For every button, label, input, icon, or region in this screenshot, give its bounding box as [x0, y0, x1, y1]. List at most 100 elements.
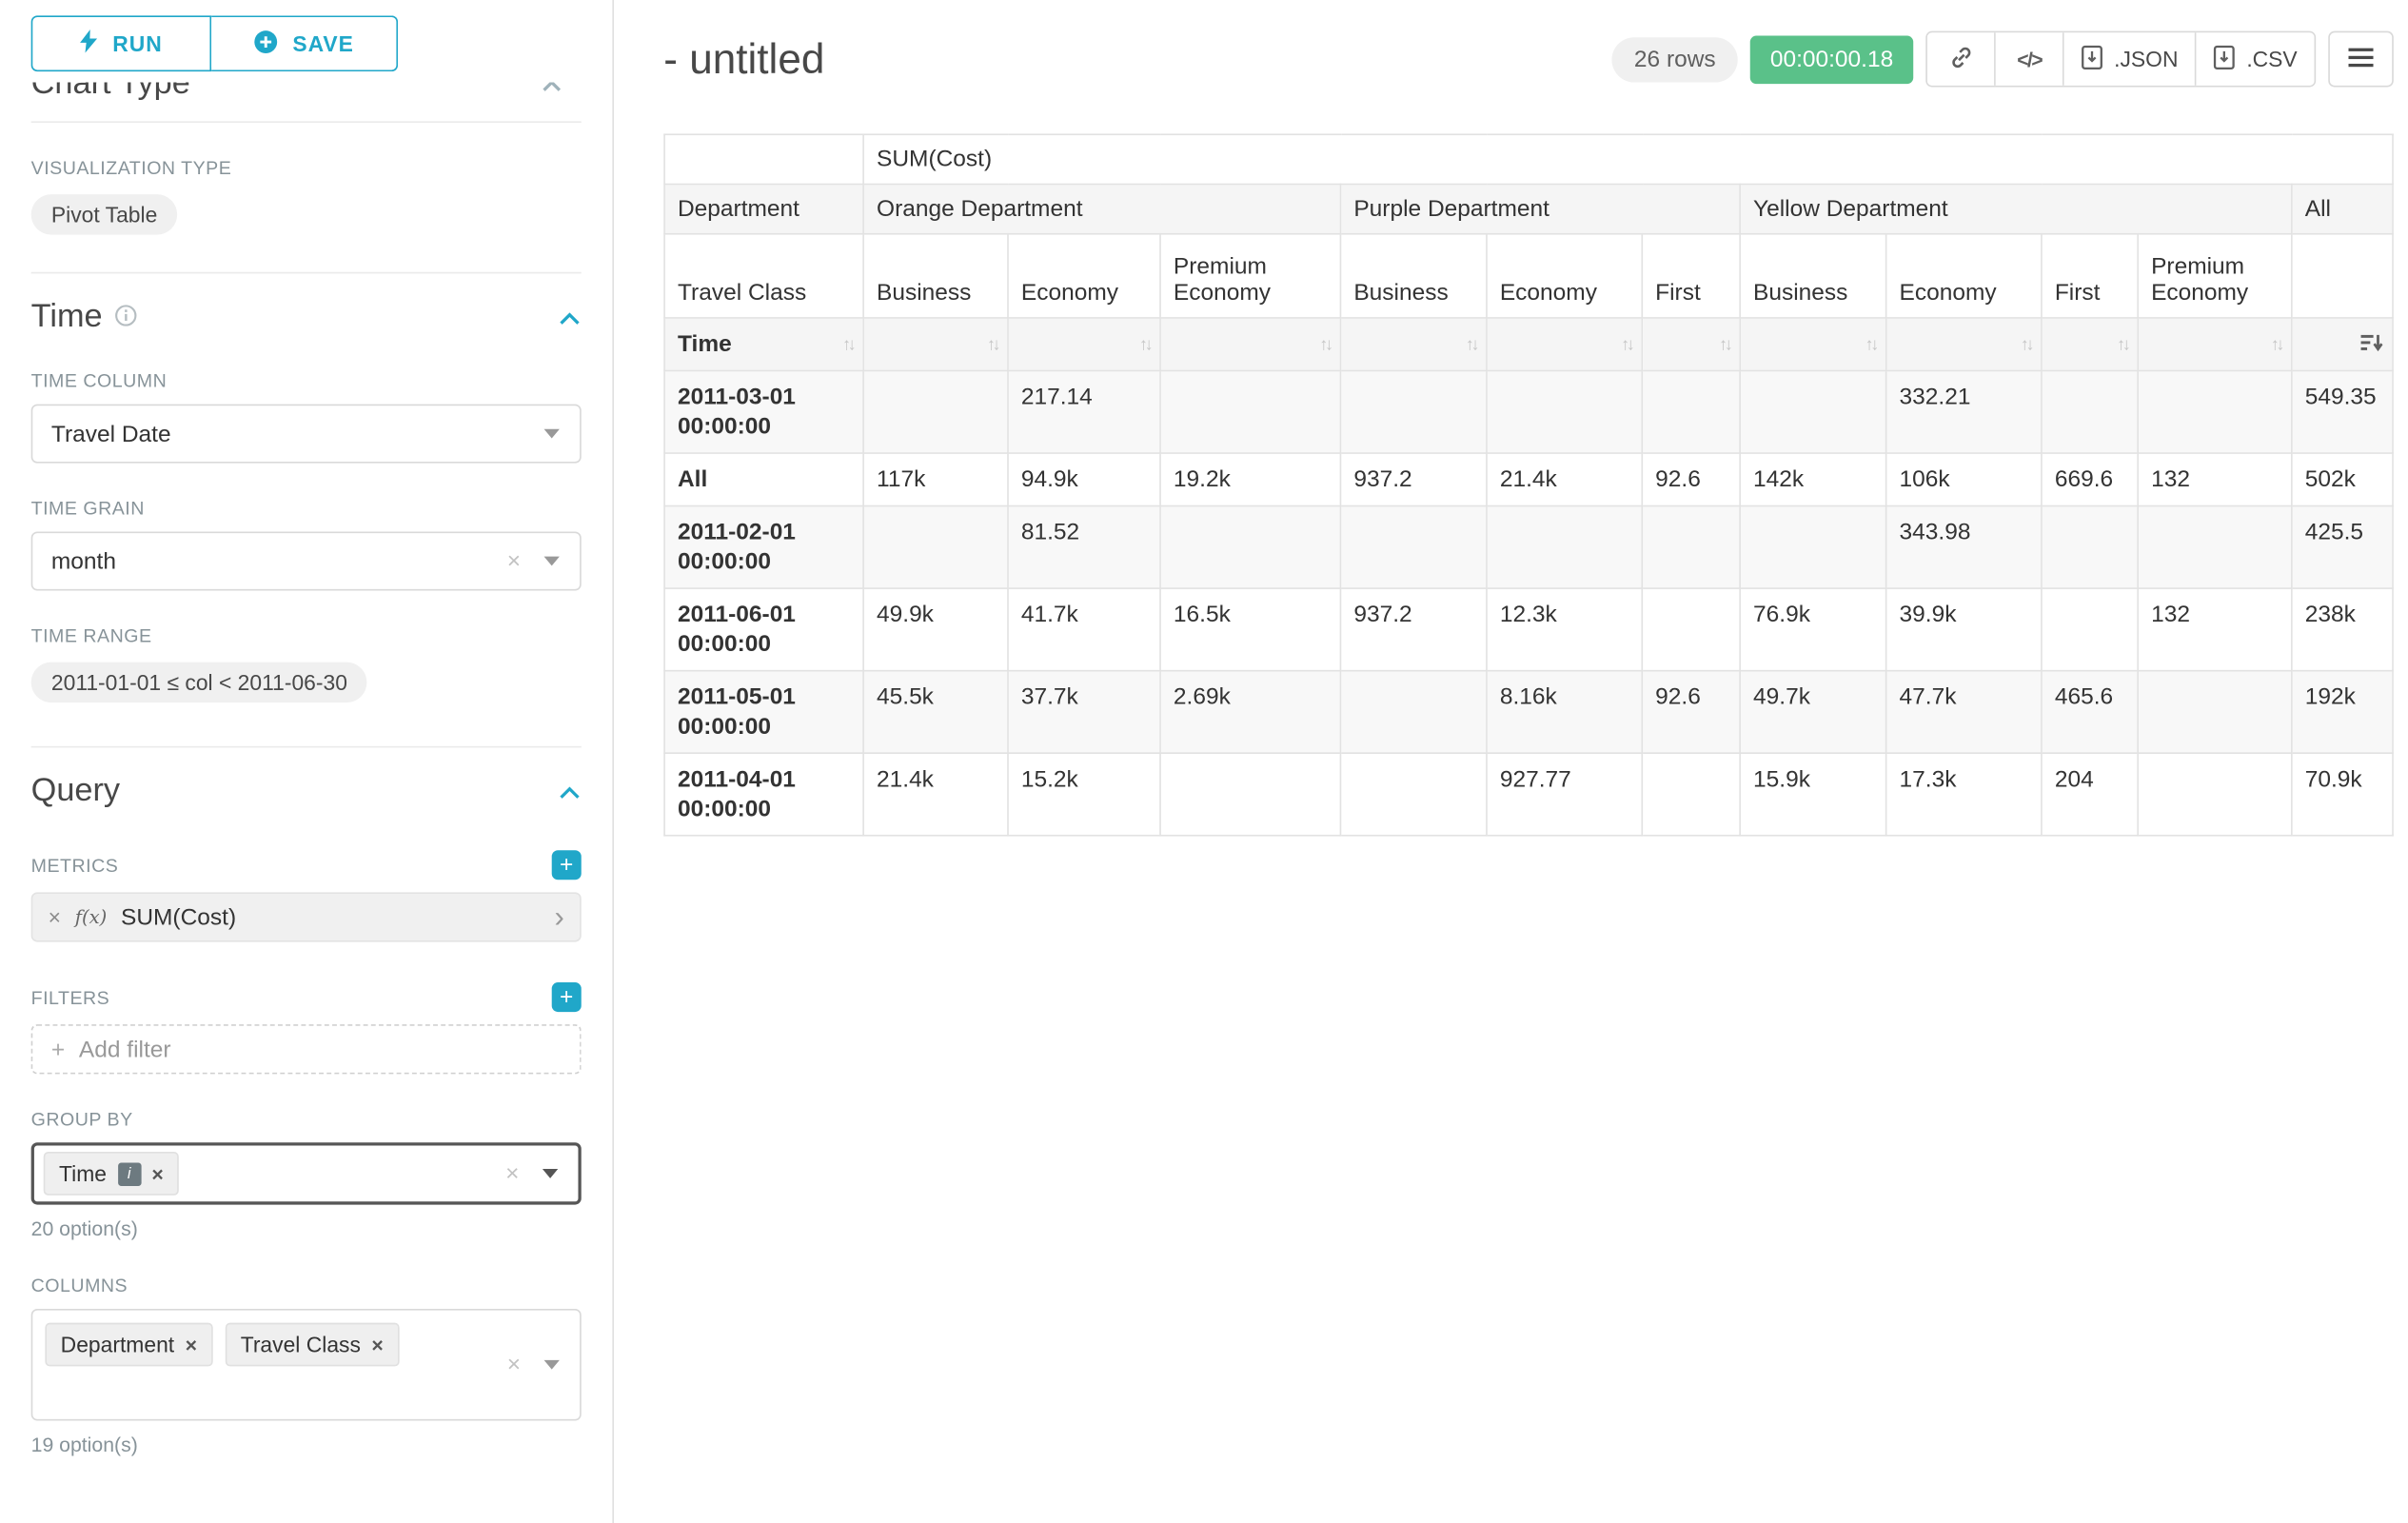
remove-icon[interactable]: ×: [186, 1333, 197, 1355]
chevron-right-icon[interactable]: ›: [554, 902, 563, 932]
pivot-cell: 117k: [863, 453, 1008, 506]
time-column-select[interactable]: Travel Date: [31, 405, 582, 464]
pivot-cell: 465.6: [2042, 671, 2138, 754]
run-button-label: RUN: [112, 31, 162, 56]
column-header: First: [1642, 234, 1740, 318]
remove-metric-icon[interactable]: ×: [49, 904, 61, 929]
add-metric-icon[interactable]: +: [552, 850, 582, 880]
remove-icon[interactable]: ×: [151, 1162, 163, 1185]
time-grain-select[interactable]: month ×: [31, 531, 582, 590]
columns-label: COLUMNS: [31, 1275, 582, 1296]
sort-icon[interactable]: ↑↓: [842, 335, 853, 354]
pivot-cell: [1340, 671, 1487, 754]
filters-label: FILTERS: [31, 986, 110, 1008]
group-by-values: Time i ×: [44, 1152, 179, 1196]
sort-icon[interactable]: ↑↓: [2117, 335, 2127, 354]
pivot-cell: [863, 370, 1008, 453]
pivot-cell: [863, 506, 1008, 589]
sort-icon[interactable]: ↑↓: [1719, 335, 1729, 354]
columns-select[interactable]: Department×Travel Class× ×: [31, 1309, 582, 1421]
column-header: Economy: [1886, 234, 2042, 318]
columns-option-count: 19 option(s): [31, 1434, 582, 1456]
info-icon: [115, 299, 137, 336]
pivot-cell: [1487, 506, 1642, 589]
metric-header: SUM(Cost): [863, 134, 2393, 184]
pivot-cell: [1160, 753, 1340, 836]
column-header: Business: [1340, 234, 1487, 318]
sort-cell: ↑↓: [1642, 318, 1740, 371]
sort-icon[interactable]: ↑↓: [2021, 335, 2031, 354]
group-by-select[interactable]: Time i × ×: [31, 1142, 582, 1204]
export-csv-button[interactable]: .CSV: [2197, 32, 2315, 86]
clear-icon[interactable]: ×: [505, 1160, 519, 1187]
add-filter-button[interactable]: + Add filter: [31, 1024, 582, 1074]
pivot-cell: [2138, 370, 2292, 453]
sort-icon[interactable]: ↑↓: [1319, 335, 1330, 354]
sort-desc-icon[interactable]: [2361, 332, 2383, 357]
save-button[interactable]: SAVE: [211, 15, 398, 71]
more-options-button[interactable]: [2328, 31, 2394, 88]
share-link-button[interactable]: [1927, 32, 1996, 86]
pivot-cell: 8.16k: [1487, 671, 1642, 754]
export-json-button[interactable]: .JSON: [2064, 32, 2197, 86]
column-group-header: Orange Department: [863, 185, 1340, 234]
chart-type-heading-clipped: Chart Type: [31, 83, 582, 109]
metric-value: SUM(Cost): [121, 904, 236, 931]
metric-option[interactable]: × f(x) SUM(Cost) ›: [31, 892, 582, 941]
chart-title: - untitled: [663, 35, 824, 84]
pivot-cell: 204: [2042, 753, 2138, 836]
clear-icon[interactable]: ×: [507, 548, 521, 575]
sort-icon[interactable]: ↑↓: [1139, 335, 1150, 354]
clear-icon[interactable]: ×: [507, 1352, 521, 1378]
pivot-cell: 937.2: [1340, 588, 1487, 671]
pivot-cell: [1340, 506, 1487, 589]
table-row: 2011-02-01 00:00:0081.52343.98425.5: [664, 506, 2393, 589]
view-query-button[interactable]: </>: [1996, 32, 2064, 86]
column-tag: Travel Class×: [225, 1323, 399, 1367]
collapse-chevron-icon[interactable]: [558, 299, 581, 336]
chevron-up-icon[interactable]: [541, 83, 563, 102]
pivot-cell: [1160, 370, 1340, 453]
pivot-table-wrap: SUM(Cost) Department Orange Department P…: [663, 133, 2394, 836]
time-range-label: TIME RANGE: [31, 624, 582, 646]
metrics-header-row: METRICS +: [31, 850, 582, 880]
sort-icon[interactable]: ↑↓: [2271, 335, 2281, 354]
sort-icon[interactable]: ↑↓: [987, 335, 997, 354]
query-timer-badge: 00:00:00.18: [1750, 35, 1914, 84]
action-buttons: RUN SAVE: [31, 15, 582, 71]
pivot-cell: 15.2k: [1008, 753, 1160, 836]
sort-icon[interactable]: ↑↓: [1466, 335, 1476, 354]
pivot-cell: 132: [2138, 588, 2292, 671]
row-header: 2011-06-01 00:00:00: [664, 588, 863, 671]
pivot-cell: 49.9k: [863, 588, 1008, 671]
collapse-chevron-icon[interactable]: [558, 773, 581, 810]
add-filter-icon[interactable]: +: [552, 982, 582, 1012]
pivot-cell: [1642, 506, 1740, 589]
department-header-row: Department Orange Department Purple Depa…: [664, 185, 2393, 234]
code-icon: </>: [2017, 48, 2042, 70]
row-header: 2011-04-01 00:00:00: [664, 753, 863, 836]
sort-cell: ↑↓: [1487, 318, 1642, 371]
table-row: All117k94.9k19.2k937.221.4k92.6142k106k6…: [664, 453, 2393, 506]
pivot-cell: 49.7k: [1740, 671, 1886, 754]
pivot-cell: [2138, 506, 2292, 589]
time-grain-label: TIME GRAIN: [31, 498, 582, 520]
pivot-cell: 37.7k: [1008, 671, 1160, 754]
sort-icon[interactable]: ↑↓: [1865, 335, 1876, 354]
time-range-value[interactable]: 2011-01-01 ≤ col < 2011-06-30: [31, 663, 367, 702]
plus-icon: +: [51, 1036, 65, 1062]
column-group-header: All: [2292, 185, 2393, 234]
link-icon: [1948, 45, 1973, 74]
pivot-cell: [1740, 370, 1886, 453]
time-header-cell: Time ↑↓: [664, 318, 863, 371]
download-file-icon: [2082, 45, 2103, 74]
column-group-header: Purple Department: [1340, 185, 1740, 234]
sort-icon[interactable]: ↑↓: [1621, 335, 1631, 354]
pivot-cell: 332.21: [1886, 370, 2042, 453]
remove-icon[interactable]: ×: [371, 1333, 383, 1355]
pivot-cell: 21.4k: [863, 753, 1008, 836]
visualization-type-value[interactable]: Pivot Table: [31, 194, 178, 234]
function-icon: f(x): [75, 906, 108, 928]
sort-row: Time ↑↓ ↑↓ ↑↓ ↑↓ ↑↓ ↑↓ ↑↓ ↑↓ ↑↓ ↑↓ ↑↓: [664, 318, 2393, 371]
run-button[interactable]: RUN: [31, 15, 211, 71]
